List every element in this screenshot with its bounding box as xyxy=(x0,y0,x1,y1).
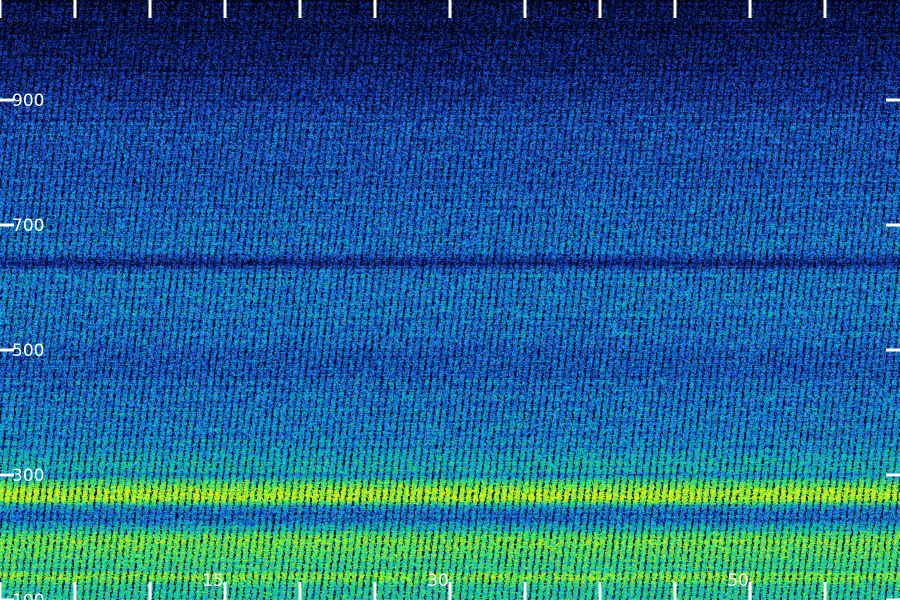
y-tick-label: 700 xyxy=(12,216,44,236)
spectrogram-chart: 15 30 50 100 300 500 700 900 xyxy=(0,0,900,600)
y-tick-label: 500 xyxy=(12,341,44,361)
y-tick-label: 300 xyxy=(12,466,44,486)
x-tick-label: 30 xyxy=(427,571,449,591)
x-tick-label: 15 xyxy=(202,571,224,591)
y-tick-label: 100 xyxy=(12,591,44,600)
y-tick-label: 900 xyxy=(12,91,44,111)
chart-axes: 15 30 50 100 300 500 700 900 xyxy=(0,0,900,600)
x-tick-label: 50 xyxy=(727,571,749,591)
